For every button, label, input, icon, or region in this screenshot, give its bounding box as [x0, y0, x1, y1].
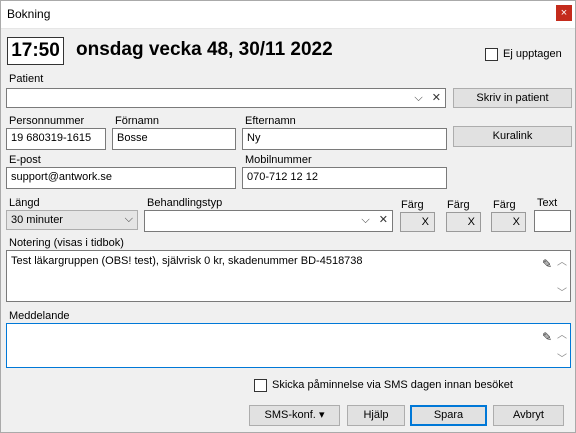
ej-upptagen-label: Ej upptagen — [503, 48, 562, 60]
patient-label: Patient — [9, 73, 44, 85]
patient-combobox[interactable]: ⌵ ✕ — [6, 88, 446, 108]
langd-label: Längd — [9, 197, 40, 209]
efternamn-label: Efternamn — [245, 115, 296, 127]
help-button[interactable]: Hjälp — [347, 405, 405, 426]
farg-label-1: Färg — [401, 199, 424, 211]
title-bar: Bokning × — [1, 1, 575, 29]
cancel-button[interactable]: Avbryt — [493, 405, 564, 426]
pencil-icon[interactable]: ✎ — [542, 330, 552, 344]
farg-label-3: Färg — [493, 199, 516, 211]
farg-label-2: Färg — [447, 199, 470, 211]
personnummer-field[interactable]: 19 680319-1615 — [6, 128, 106, 150]
behandlingstyp-combobox[interactable]: ⌵ ✕ — [144, 210, 393, 232]
clear-icon[interactable]: ✕ — [379, 214, 388, 226]
save-label: Spara — [433, 409, 464, 421]
kuralink-button[interactable]: Kuralink — [453, 126, 572, 147]
ej-upptagen-checkbox[interactable] — [485, 48, 498, 61]
farg-box-3[interactable]: X — [491, 212, 526, 232]
fornamn-field[interactable]: Bosse — [112, 128, 236, 150]
notering-label: Notering (visas i tidbok) — [9, 237, 124, 249]
meddelande-textarea[interactable]: ✎ ︿ ﹀ — [6, 323, 571, 368]
farg-box-2[interactable]: X — [446, 212, 481, 232]
epost-field[interactable]: support@antwork.se — [6, 167, 236, 189]
clear-icon[interactable]: ✕ — [432, 92, 441, 104]
notering-scrollbar[interactable]: ︿ ﹀ — [555, 251, 567, 301]
chevron-down-icon[interactable]: ⌵ — [414, 92, 422, 104]
cancel-label: Avbryt — [513, 409, 544, 421]
langd-value: 30 minuter — [11, 214, 63, 226]
sms-reminder-checkbox[interactable] — [254, 379, 267, 392]
sms-konf-button[interactable]: SMS-konf. ▾ — [249, 405, 340, 426]
scroll-up-icon[interactable]: ︿ — [557, 253, 567, 268]
mobil-field[interactable]: 070-712 12 12 — [242, 167, 447, 189]
mobil-label: Mobilnummer — [245, 154, 312, 166]
meddelande-label: Meddelande — [9, 310, 70, 322]
behandlingstyp-label: Behandlingstyp — [147, 197, 223, 209]
scroll-down-icon[interactable]: ﹀ — [557, 350, 567, 365]
efternamn-field[interactable]: Ny — [242, 128, 447, 150]
langd-select[interactable]: 30 minuter ⌵ — [6, 210, 138, 230]
notering-textarea[interactable]: Test läkargruppen (OBS! test), självrisk… — [6, 250, 571, 302]
text-label: Text — [537, 197, 558, 209]
save-button[interactable]: Spara — [410, 405, 487, 426]
chevron-down-icon[interactable]: ⌵ — [125, 213, 133, 225]
pencil-icon[interactable]: ✎ — [542, 257, 552, 271]
date-heading: onsdag vecka 48, 30/11 2022 — [76, 39, 333, 60]
meddelande-scrollbar[interactable]: ︿ ﹀ — [555, 324, 567, 367]
fornamn-label: Förnamn — [115, 115, 160, 127]
scroll-down-icon[interactable]: ﹀ — [557, 284, 567, 299]
write-patient-button[interactable]: Skriv in patient — [453, 88, 572, 108]
dropdown-arrow-icon: ▾ — [318, 409, 325, 421]
time-field[interactable]: 17:50 — [7, 37, 64, 65]
sms-konf-label: SMS-konf. — [264, 409, 316, 421]
epost-label: E-post — [9, 154, 41, 166]
close-icon[interactable]: × — [556, 5, 572, 21]
booking-dialog: Bokning × 17:50 onsdag vecka 48, 30/11 2… — [0, 0, 576, 433]
personnummer-label: Personnummer — [9, 115, 85, 127]
notering-text: Test läkargruppen (OBS! test), självrisk… — [11, 255, 363, 267]
farg-box-1[interactable]: X — [400, 212, 435, 232]
chevron-down-icon[interactable]: ⌵ — [361, 214, 369, 226]
text-field[interactable] — [534, 210, 571, 232]
window-title: Bokning — [7, 7, 51, 21]
scroll-up-icon[interactable]: ︿ — [557, 326, 567, 341]
help-label: Hjälp — [363, 409, 389, 421]
sms-reminder-label: Skicka påminnelse via SMS dagen innan be… — [272, 379, 513, 391]
